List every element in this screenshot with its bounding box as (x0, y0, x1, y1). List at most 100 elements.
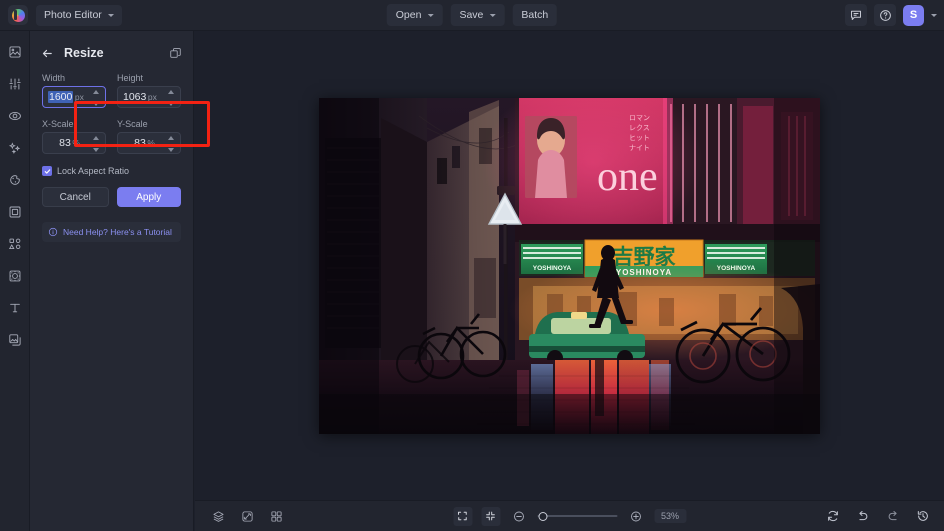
photo-editor-app: Photo Editor Open Save Batch S Resize Wi… (0, 0, 944, 531)
zoom-in-button[interactable] (626, 507, 645, 526)
reset-button[interactable] (823, 507, 842, 526)
history-icon (917, 510, 928, 521)
panel-header-action-button[interactable] (165, 43, 185, 63)
fit-screen-button[interactable] (452, 506, 472, 526)
help-button[interactable] (874, 4, 896, 26)
sidebar-item-text[interactable] (4, 297, 26, 319)
apply-button[interactable]: Apply (116, 187, 181, 207)
zoom-level-value[interactable]: 53% (653, 509, 687, 523)
height-unit: px (147, 92, 157, 102)
cancel-button[interactable]: Cancel (42, 187, 109, 207)
watermark-icon (8, 334, 21, 346)
sidebar-item-shapes[interactable] (4, 233, 26, 255)
crop-resize-icon (169, 47, 181, 58)
y-scale-stepper[interactable] (168, 136, 176, 152)
stepper-up-icon[interactable] (168, 90, 174, 94)
width-unit: px (74, 92, 84, 102)
y-scale-input[interactable]: 83 % (117, 132, 181, 154)
resize-form: Width 1600 px Height 1063 px X-Scale 83 … (30, 67, 193, 207)
zoom-slider[interactable] (536, 509, 617, 523)
undo-button[interactable] (853, 507, 872, 526)
actual-size-button[interactable] (480, 506, 500, 526)
y-scale-label: Y-Scale (117, 119, 148, 129)
height-label: Height (117, 73, 144, 83)
sidebar-item-arrange[interactable] (4, 41, 26, 63)
save-button[interactable]: Save (450, 4, 505, 26)
y-scale-field-group: Y-Scale 83 % (117, 119, 181, 154)
liquify-icon (9, 175, 20, 185)
action-buttons: Cancel Apply (42, 187, 181, 207)
chevron-down-icon (489, 13, 496, 17)
top-right-actions: S (845, 4, 937, 26)
stepper-up-icon[interactable] (168, 136, 174, 140)
dimension-row: Width 1600 px Height 1063 px (42, 73, 181, 108)
collapse-screen-icon (486, 511, 495, 521)
layers-icon (213, 510, 224, 522)
open-label: Open (395, 9, 422, 21)
stepper-down-icon[interactable] (93, 102, 99, 106)
history-button[interactable] (913, 507, 932, 526)
sidebar-item-retouch[interactable] (4, 137, 26, 159)
x-scale-unit: % (72, 138, 80, 148)
width-value: 1600 (48, 91, 74, 103)
stepper-up-icon[interactable] (93, 136, 99, 140)
grid-button[interactable] (267, 507, 286, 526)
product-menu-button[interactable]: Photo Editor (36, 4, 122, 26)
x-scale-input[interactable]: 83 % (42, 132, 106, 154)
sidebar-item-stickers[interactable] (4, 265, 26, 287)
zoom-slider-knob[interactable] (537, 511, 547, 521)
lock-aspect-ratio-checkbox[interactable]: Lock Aspect Ratio (42, 166, 181, 176)
night-street-neon-photo[interactable]: one ロマン レクス ヒット ナイト YOSHINOYA 吉野家 (319, 97, 820, 434)
sidebar-item-effects[interactable] (4, 105, 26, 127)
open-button[interactable]: Open (386, 4, 443, 26)
width-stepper[interactable] (93, 90, 101, 106)
bottom-right-tools (823, 507, 932, 526)
y-scale-value: 83 (134, 137, 146, 149)
bottom-left-tools (209, 507, 286, 526)
adjust-icon (8, 78, 21, 90)
undo-icon (858, 510, 867, 521)
comment-icon (851, 10, 861, 20)
sidebar-item-liquify[interactable] (4, 169, 26, 191)
scale-row: X-Scale 83 % Y-Scale 83 % (42, 119, 181, 154)
panel-header: Resize (30, 39, 193, 67)
back-button[interactable] (36, 42, 58, 64)
height-input[interactable]: 1063 px (117, 86, 181, 108)
arrow-left-icon (42, 49, 52, 57)
sidebar-item-add-image[interactable] (4, 329, 26, 351)
pixlr-logo-icon[interactable] (8, 5, 28, 25)
height-stepper[interactable] (168, 90, 176, 106)
link-button[interactable] (238, 507, 257, 526)
link-broken-icon (242, 510, 253, 522)
layers-button[interactable] (209, 507, 228, 526)
feedback-button[interactable] (845, 4, 867, 26)
top-bar: Photo Editor Open Save Batch S (0, 0, 944, 31)
width-input[interactable]: 1600 px (42, 86, 106, 108)
cancel-label: Cancel (59, 191, 91, 203)
x-scale-value: 83 (59, 137, 71, 149)
batch-button[interactable]: Batch (512, 4, 558, 26)
redo-button[interactable] (883, 507, 902, 526)
zoom-out-icon (513, 511, 524, 521)
x-scale-field-group: X-Scale 83 % (42, 119, 106, 154)
stepper-down-icon[interactable] (93, 148, 99, 152)
chevron-down-icon[interactable] (931, 13, 937, 17)
bottom-bar: 53% (195, 500, 944, 531)
chevron-down-icon (427, 13, 434, 17)
photo-artwork: one ロマンレクス ヒットナイト YOSHINOYA 吉野家 (319, 97, 820, 434)
sticker-icon (9, 270, 20, 282)
zoom-out-button[interactable] (509, 507, 528, 526)
text-icon (9, 303, 20, 313)
stepper-down-icon[interactable] (168, 148, 174, 152)
shapes-icon (8, 238, 20, 250)
avatar[interactable]: S (903, 4, 924, 26)
x-scale-label: X-Scale (42, 119, 74, 129)
x-scale-stepper[interactable] (93, 136, 101, 152)
canvas-area[interactable]: one ロマン レクス ヒット ナイト YOSHINOYA 吉野家 (195, 31, 944, 500)
stepper-up-icon[interactable] (93, 90, 99, 94)
tutorial-link[interactable]: Need Help? Here's a Tutorial (42, 222, 181, 242)
sidebar-item-crop[interactable] (4, 201, 26, 223)
stepper-down-icon[interactable] (168, 102, 174, 106)
svg-text:ロマン: ロマン (629, 114, 650, 122)
sidebar-item-adjust[interactable] (4, 73, 26, 95)
